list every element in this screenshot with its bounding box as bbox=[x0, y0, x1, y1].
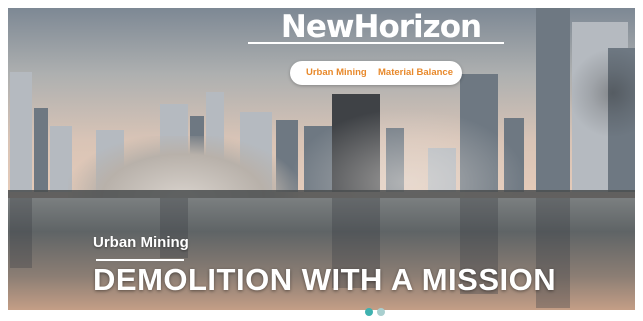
brand-logo[interactable]: NewHorizon bbox=[258, 10, 504, 44]
hero-headline: DEMOLITION WITH A MISSION bbox=[93, 262, 557, 297]
carousel-dot-1[interactable] bbox=[365, 308, 373, 316]
logo-underline bbox=[248, 42, 504, 44]
building bbox=[10, 72, 32, 192]
building bbox=[34, 108, 48, 192]
nav-link-material-balance[interactable]: Material Balance bbox=[378, 67, 453, 78]
carousel-indicators bbox=[365, 303, 389, 316]
nav-pill: Urban Mining Material Balance bbox=[290, 61, 462, 85]
hero-divider bbox=[96, 259, 184, 261]
nav-link-urban-mining[interactable]: Urban Mining bbox=[306, 67, 367, 78]
hero-subtitle: Urban Mining bbox=[93, 234, 189, 251]
rubble-pile bbox=[68, 136, 298, 198]
building bbox=[536, 8, 570, 192]
carousel-dot-2[interactable] bbox=[377, 308, 385, 316]
